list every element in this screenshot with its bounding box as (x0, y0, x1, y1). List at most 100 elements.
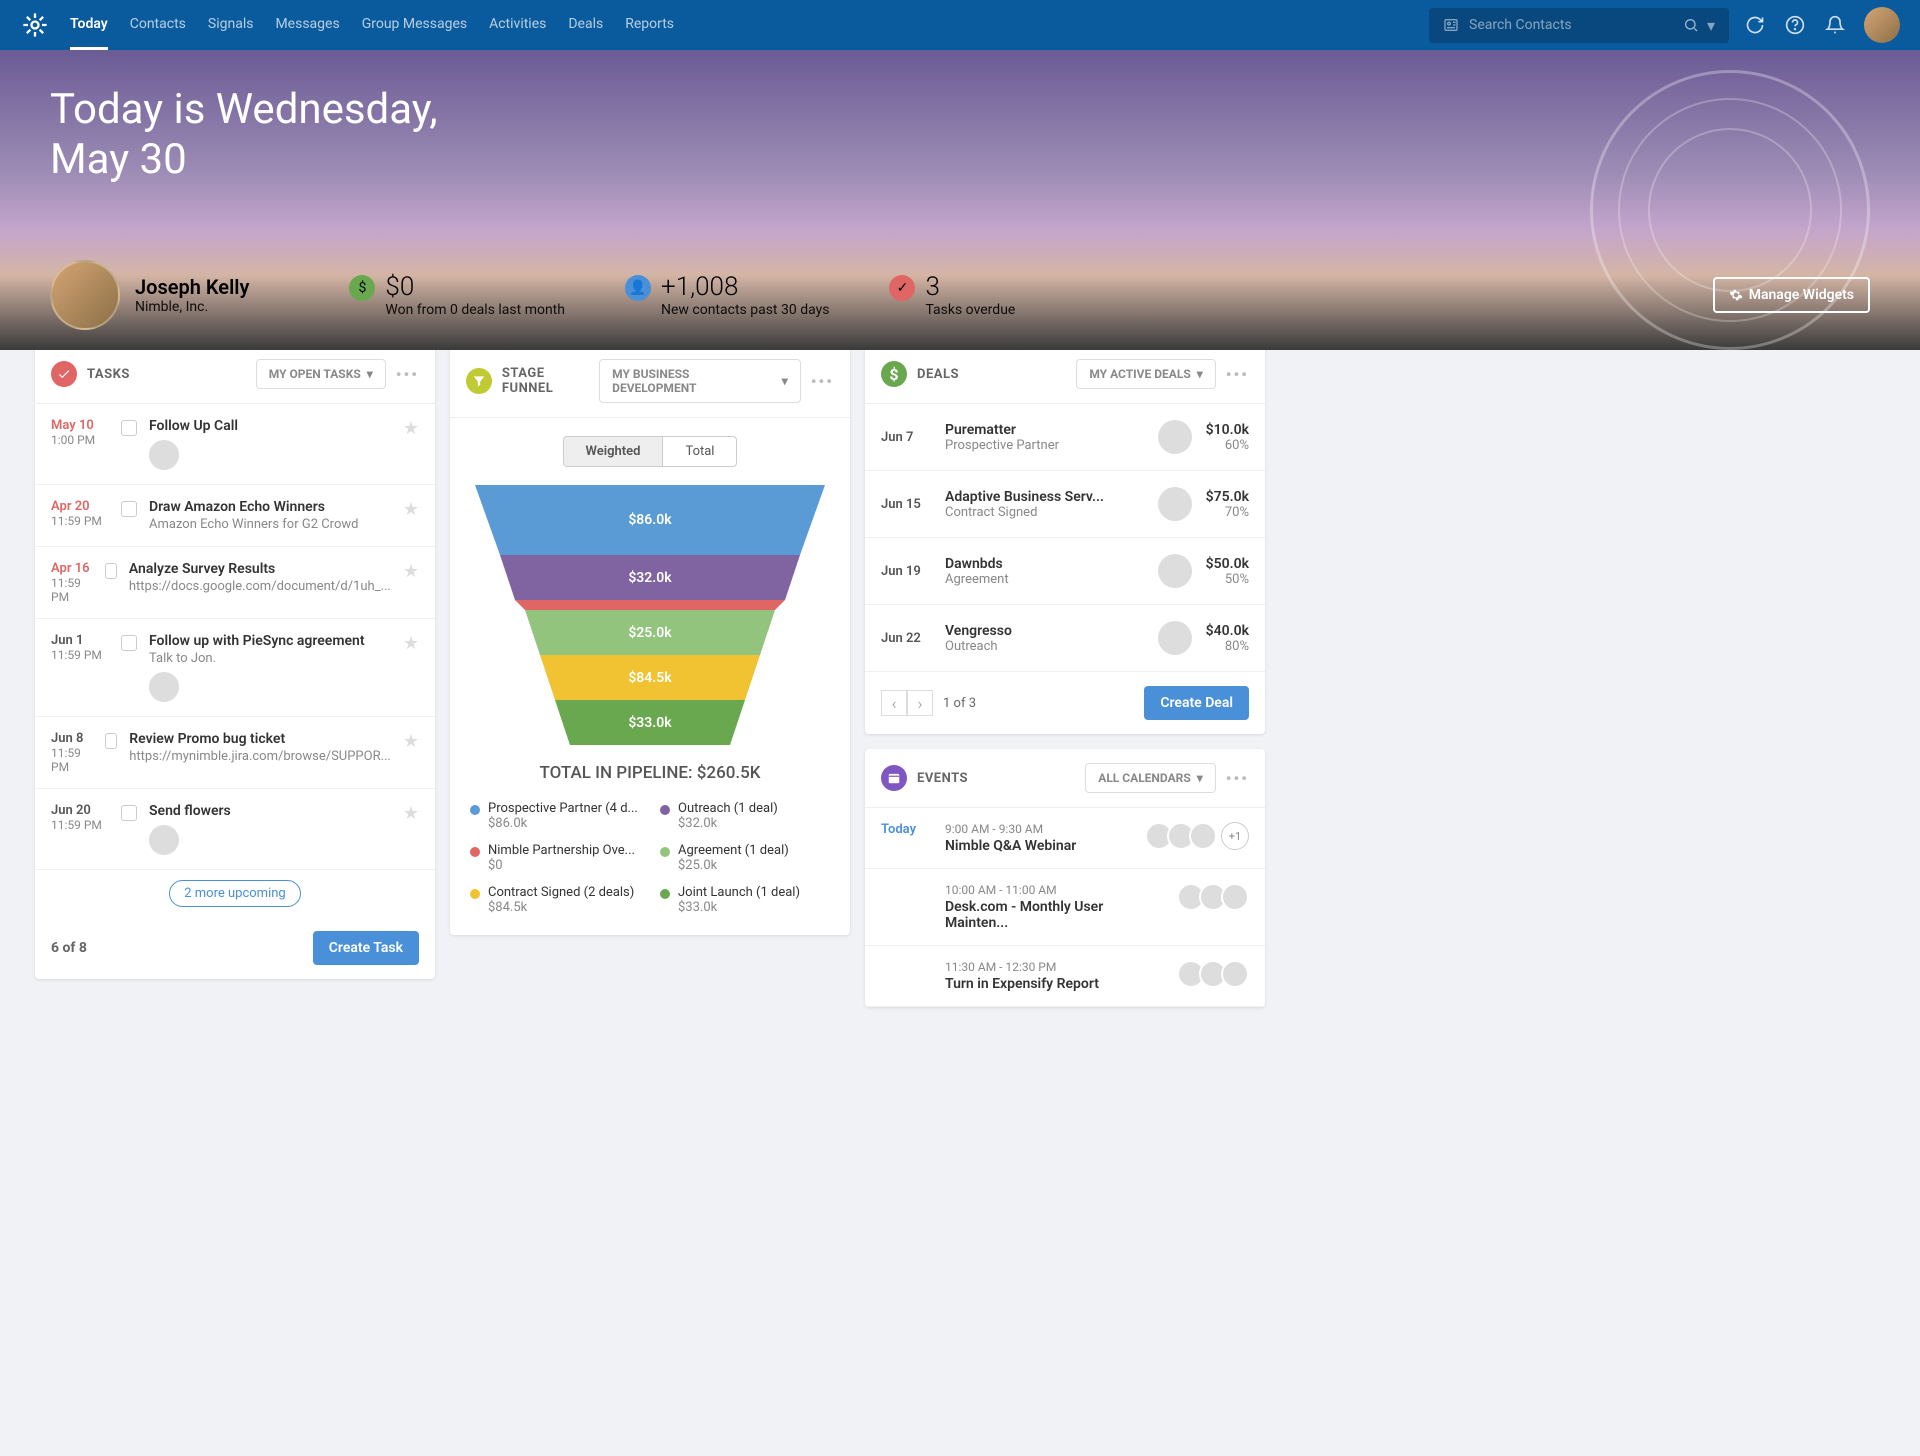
task-avatar (149, 825, 179, 855)
deal-row[interactable]: Jun 19DawnbdsAgreement$50.0k50% (865, 538, 1265, 605)
task-checkbox[interactable] (121, 501, 137, 517)
nav-reports[interactable]: Reports (625, 1, 674, 50)
hero-banner: Today is Wednesday,May 30 Joseph Kelly N… (0, 50, 1920, 350)
calendar-icon (881, 765, 907, 791)
stat-contacts: 👤 +1,008New contacts past 30 days (625, 272, 829, 318)
nav-activities[interactable]: Activities (489, 1, 546, 50)
tasks-filter-dropdown[interactable]: MY OPEN TASKS ▾ (256, 359, 386, 389)
deal-avatar (1158, 420, 1192, 454)
star-icon[interactable]: ★ (403, 561, 419, 604)
chevron-down-icon: ▾ (367, 367, 373, 381)
stat-overdue: ✓ 3Tasks overdue (889, 272, 1015, 318)
refresh-icon[interactable] (1744, 14, 1766, 36)
deals-more-icon[interactable]: ••• (1226, 365, 1249, 384)
funnel-filter-dropdown[interactable]: MY BUSINESS DEVELOPMENT ▾ (599, 359, 801, 403)
chevron-down-icon: ▾ (1197, 771, 1203, 785)
nav-deals[interactable]: Deals (568, 1, 603, 50)
deals-title: DEALS (917, 367, 959, 382)
dollar-icon: $ (349, 275, 375, 301)
task-checkbox[interactable] (121, 805, 137, 821)
pager-next[interactable]: › (907, 690, 933, 716)
task-checkbox[interactable] (121, 635, 137, 651)
user-avatar-large[interactable] (50, 260, 120, 330)
toggle-total[interactable]: Total (663, 436, 737, 467)
event-more[interactable]: +1 (1221, 822, 1249, 850)
task-checkbox[interactable] (121, 420, 137, 436)
deals-icon: $ (881, 361, 907, 387)
nav-signals[interactable]: Signals (208, 1, 254, 50)
tasks-more-icon[interactable]: ••• (396, 365, 419, 384)
funnel-segment[interactable]: $33.0k (555, 700, 745, 745)
legend-item: Joint Launch (1 deal)$33.0k (660, 885, 830, 915)
user-avatar[interactable] (1864, 7, 1900, 43)
star-icon[interactable]: ★ (403, 633, 419, 702)
nav-today[interactable]: Today (70, 1, 108, 50)
person-icon: 👤 (625, 275, 651, 301)
search-box[interactable]: ▾ (1429, 8, 1729, 43)
user-name: Joseph Kelly (135, 275, 249, 299)
legend-item: Outreach (1 deal)$32.0k (660, 801, 830, 831)
nav-messages[interactable]: Messages (275, 1, 339, 50)
funnel-more-icon[interactable]: ••• (811, 372, 834, 391)
bell-icon[interactable] (1824, 14, 1846, 36)
event-row[interactable]: 11:30 AM - 12:30 PMTurn in Expensify Rep… (865, 946, 1265, 1007)
nav-items: Today Contacts Signals Messages Group Messag… (70, 1, 1429, 50)
star-icon[interactable]: ★ (403, 731, 419, 774)
deal-avatar (1158, 487, 1192, 521)
funnel-segment[interactable]: $84.5k (540, 655, 760, 700)
chevron-down-icon[interactable]: ▾ (1707, 16, 1715, 35)
events-title: EVENTS (917, 771, 968, 786)
create-task-button[interactable]: Create Task (313, 931, 419, 965)
top-nav: Today Contacts Signals Messages Group Messag… (0, 0, 1920, 50)
tasks-icon (51, 361, 77, 387)
deal-row[interactable]: Jun 15Adaptive Business Serv...Contract … (865, 471, 1265, 538)
events-filter-dropdown[interactable]: ALL CALENDARS ▾ (1085, 763, 1216, 793)
deals-filter-dropdown[interactable]: MY ACTIVE DEALS ▾ (1076, 359, 1215, 389)
task-row[interactable]: Apr 2011:59 PM Draw Amazon Echo WinnersA… (35, 485, 435, 547)
app-logo[interactable] (20, 10, 50, 40)
events-more-icon[interactable]: ••• (1226, 769, 1249, 788)
event-row[interactable]: 10:00 AM - 11:00 AMDesk.com - Monthly Us… (865, 869, 1265, 946)
star-icon[interactable]: ★ (403, 803, 419, 855)
event-row[interactable]: Today9:00 AM - 9:30 AMNimble Q&A Webinar… (865, 808, 1265, 869)
legend-item: Nimble Partnership Ove...$0 (470, 843, 640, 873)
deal-row[interactable]: Jun 7PurematterProspective Partner$10.0k… (865, 404, 1265, 471)
nav-contacts[interactable]: Contacts (130, 1, 186, 50)
funnel-segment[interactable]: $86.0k (475, 485, 825, 555)
funnel-segment[interactable]: $25.0k (525, 610, 775, 655)
toggle-weighted[interactable]: Weighted (563, 436, 664, 467)
chevron-down-icon: ▾ (1197, 367, 1203, 381)
help-icon[interactable] (1784, 14, 1806, 36)
tasks-count: 6 of 8 (51, 940, 87, 956)
funnel-legend: Prospective Partner (4 d...$86.0kOutreac… (450, 801, 850, 935)
funnel-segment[interactable] (515, 600, 785, 610)
manage-widgets-button[interactable]: Manage Widgets (1713, 277, 1870, 313)
task-row[interactable]: Jun 111:59 PM Follow up with PieSync agr… (35, 619, 435, 717)
event-avatar (1221, 883, 1249, 911)
event-avatar (1189, 822, 1217, 850)
star-icon[interactable]: ★ (403, 418, 419, 470)
task-row[interactable]: Jun 2011:59 PM Send flowers ★ (35, 789, 435, 870)
task-row[interactable]: Apr 1611:59 PM Analyze Survey Resultshtt… (35, 547, 435, 619)
task-checkbox[interactable] (105, 563, 117, 579)
deals-widget: $ DEALS MY ACTIVE DEALS ▾ ••• Jun 7Purem… (865, 345, 1265, 734)
nav-icons (1744, 7, 1900, 43)
upcoming-pill[interactable]: 2 more upcoming (169, 880, 300, 907)
task-checkbox[interactable] (105, 733, 117, 749)
funnel-segment[interactable]: $32.0k (500, 555, 800, 600)
gear-icon (1729, 288, 1743, 302)
funnel-chart: $86.0k$32.0k $25.0k$84.5k$33.0k (470, 485, 830, 745)
task-row[interactable]: Jun 811:59 PM Review Promo bug tickethtt… (35, 717, 435, 789)
task-row[interactable]: May 101:00 PM Follow Up Call ★ (35, 404, 435, 485)
star-icon[interactable]: ★ (403, 499, 419, 532)
contact-card-icon (1443, 17, 1459, 33)
pager-prev[interactable]: ‹ (881, 690, 907, 716)
search-input[interactable] (1469, 17, 1683, 33)
legend-item: Agreement (1 deal)$25.0k (660, 843, 830, 873)
search-icon[interactable] (1683, 17, 1699, 33)
user-block: Joseph Kelly Nimble, Inc. (50, 260, 249, 330)
deal-row[interactable]: Jun 22VengressoOutreach$40.0k80% (865, 605, 1265, 672)
funnel-widget: STAGE FUNNEL MY BUSINESS DEVELOPMENT ▾ •… (450, 345, 850, 935)
create-deal-button[interactable]: Create Deal (1144, 686, 1249, 720)
nav-group-messages[interactable]: Group Messages (362, 1, 467, 50)
